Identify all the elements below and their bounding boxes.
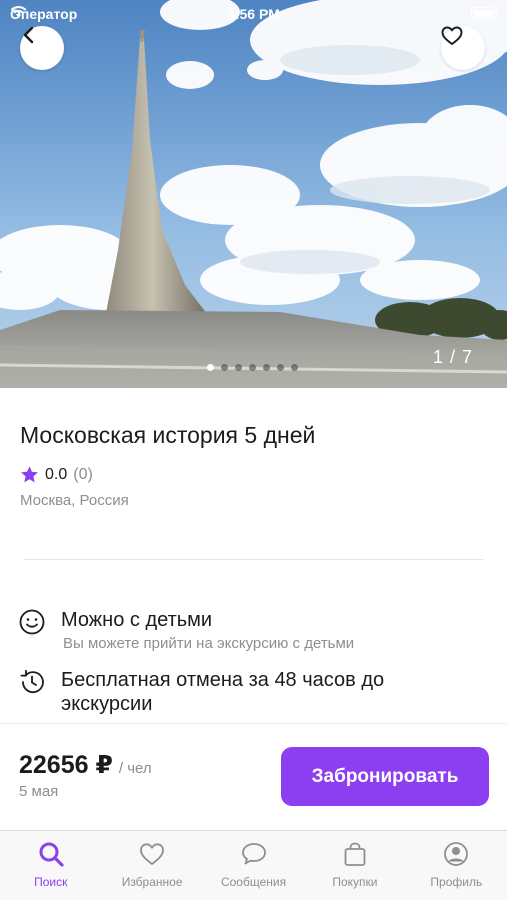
chevron-left-icon xyxy=(23,26,34,44)
profile-icon xyxy=(444,842,469,866)
feature-subtitle: Вы можете прийти на экскурсию с детьми xyxy=(63,635,355,652)
gallery-counter: 1 / 7 xyxy=(432,347,473,367)
page-dot[interactable] xyxy=(249,364,256,371)
favorite-button[interactable] xyxy=(441,26,485,70)
booking-bar: 22656 ₽ / чел 5 мая Забронировать xyxy=(0,723,507,830)
star-icon xyxy=(21,466,38,483)
tab-profile[interactable]: Профиль xyxy=(406,831,507,900)
hero-gallery[interactable]: Оператор 8:56 PM 1 / 7 xyxy=(0,0,507,388)
feature-kids-allowed: Можно с детьми Вы можете прийти на экску… xyxy=(18,608,488,658)
page-dot[interactable] xyxy=(235,364,242,371)
rating-value: 0.0 xyxy=(45,465,68,483)
tour-date[interactable]: 5 мая xyxy=(19,783,58,800)
back-button[interactable] xyxy=(20,26,64,70)
monument-photo xyxy=(0,0,507,388)
feature-title: Бесплатная отмена за 48 часов до экскурс… xyxy=(61,669,385,715)
page-dot[interactable] xyxy=(207,364,214,371)
status-time: 8:56 PM xyxy=(227,6,280,22)
chat-icon xyxy=(241,843,266,865)
page-dot[interactable] xyxy=(291,364,298,371)
tab-messages[interactable]: Сообщения xyxy=(203,831,304,900)
smile-icon xyxy=(19,609,45,635)
status-bar: Оператор 8:56 PM xyxy=(0,0,507,28)
tour-title: Московская история 5 дней xyxy=(20,422,316,448)
bag-icon xyxy=(344,842,366,866)
divider xyxy=(24,559,484,560)
tab-label: Профиль xyxy=(430,875,483,889)
heart-icon xyxy=(441,26,463,45)
page-dot[interactable] xyxy=(221,364,228,371)
tab-label: Избранное xyxy=(121,875,183,889)
book-button[interactable]: Забронировать xyxy=(281,747,489,806)
feature-free-cancellation: Бесплатная отмена за 48 часов до экскурс… xyxy=(18,668,488,722)
tab-search[interactable]: Поиск xyxy=(0,831,101,900)
rating-row[interactable]: 0.0 (0) xyxy=(20,465,93,484)
battery-icon xyxy=(471,7,498,19)
price-unit: / чел xyxy=(118,760,152,777)
search-icon xyxy=(39,842,64,867)
tab-label: Сообщения xyxy=(220,875,287,889)
tab-label: Поиск xyxy=(34,875,68,889)
tab-bar: Поиск Избранное Сообщения Покупки Профил… xyxy=(0,830,507,900)
price-row: 22656 ₽ / чел xyxy=(19,750,152,780)
price: 22656 ₽ xyxy=(19,751,113,779)
gallery-page-indicator[interactable] xyxy=(207,364,298,371)
tour-location: Москва, Россия xyxy=(20,492,129,509)
tab-label: Покупки xyxy=(332,875,378,889)
page-dot[interactable] xyxy=(277,364,284,371)
history-icon xyxy=(20,669,44,694)
page-dot[interactable] xyxy=(263,364,270,371)
heart-icon xyxy=(140,843,165,865)
tab-favorites[interactable]: Избранное xyxy=(101,831,202,900)
feature-title: Можно с детьми xyxy=(61,609,213,631)
tab-purchases[interactable]: Покупки xyxy=(304,831,405,900)
review-count: (0) xyxy=(73,465,93,483)
